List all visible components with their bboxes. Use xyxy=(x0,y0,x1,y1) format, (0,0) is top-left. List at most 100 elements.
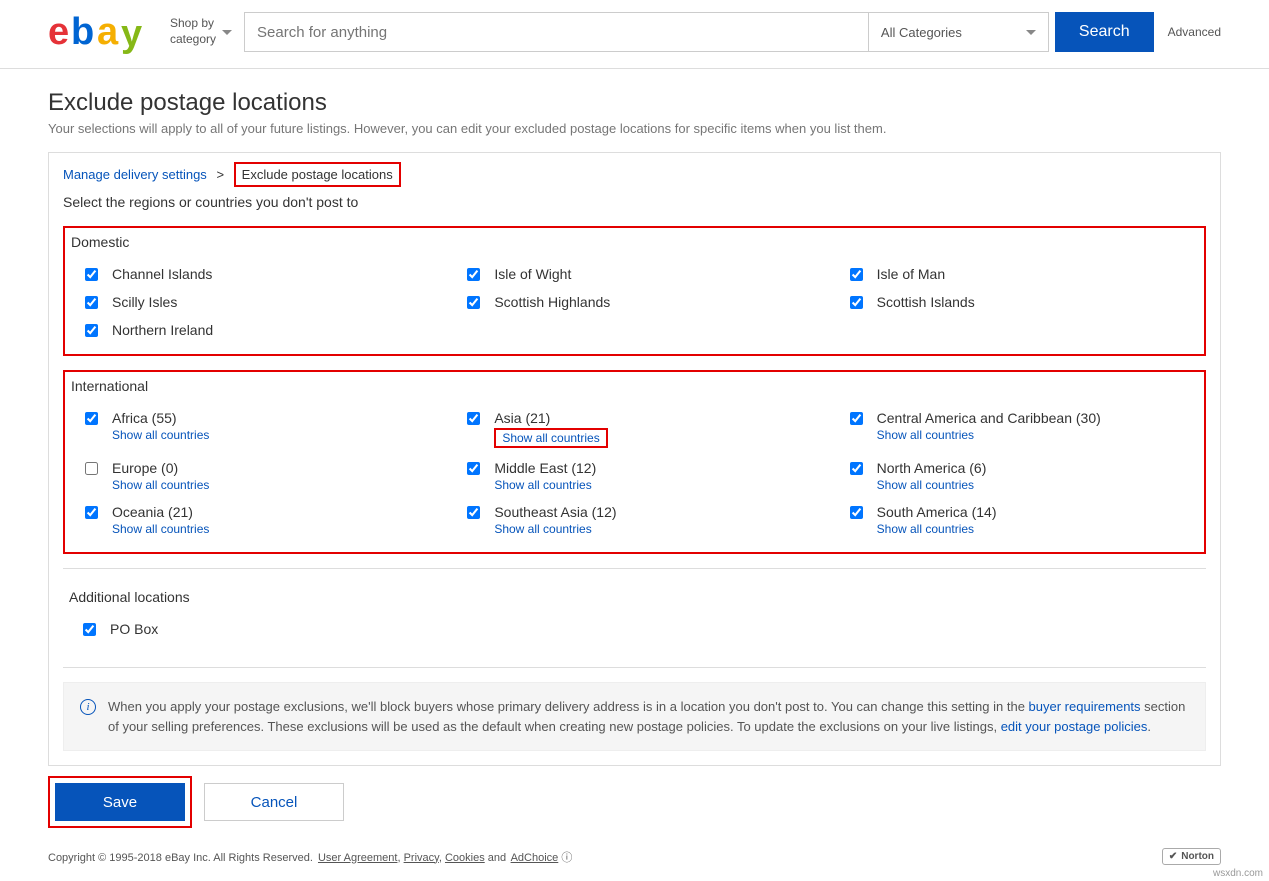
checkmark-icon: ✔ xyxy=(1169,851,1177,862)
location-item: Europe (0)Show all countries xyxy=(71,454,433,498)
international-title: International xyxy=(71,378,1198,394)
ebay-logo[interactable]: e b a y xyxy=(48,10,158,54)
advanced-link[interactable]: Advanced xyxy=(1168,25,1221,39)
norton-badge[interactable]: ✔ Norton xyxy=(1162,848,1221,865)
location-body: Central America and Caribbean (30) Show a… xyxy=(877,410,1101,442)
footer-left: Copyright © 1995-2018 eBay Inc. All Righ… xyxy=(48,849,574,865)
action-bar: Save Cancel xyxy=(48,776,1221,828)
location-item: Middle East (12)Show all countries xyxy=(453,454,815,498)
location-checkbox[interactable] xyxy=(467,268,480,281)
location-body: Scilly Isles xyxy=(112,294,177,310)
location-body: Oceania (21) Show all countries xyxy=(112,504,209,536)
location-label: Isle of Wight xyxy=(494,266,571,282)
location-checkbox[interactable] xyxy=(467,506,480,519)
cookies-link[interactable]: Cookies xyxy=(445,852,485,864)
location-item: Channel Islands xyxy=(71,260,433,288)
search-input[interactable] xyxy=(244,12,869,52)
location-item: Scottish Islands xyxy=(836,288,1198,316)
buyer-requirements-link[interactable]: buyer requirements xyxy=(1029,699,1141,714)
category-selected-label: All Categories xyxy=(881,25,962,40)
breadcrumb-current: Exclude postage locations xyxy=(234,162,401,187)
location-item: South America (14)Show all countries xyxy=(836,498,1198,542)
cancel-button[interactable]: Cancel xyxy=(204,783,344,821)
location-item: Scilly Isles xyxy=(71,288,433,316)
location-checkbox[interactable] xyxy=(85,268,98,281)
location-checkbox[interactable] xyxy=(467,296,480,309)
location-label: Oceania (21) xyxy=(112,504,209,520)
edit-postage-policies-link[interactable]: edit your postage policies xyxy=(1001,719,1148,734)
save-button[interactable]: Save xyxy=(55,783,185,821)
shop-by-category[interactable]: Shop by category xyxy=(170,16,232,47)
location-item: Asia (21) Show all countries xyxy=(453,404,815,454)
copyright-text: Copyright © 1995-2018 eBay Inc. All Righ… xyxy=(48,852,313,864)
location-body: South America (14)Show all countries xyxy=(877,504,997,536)
svg-text:a: a xyxy=(97,11,119,53)
show-all-countries-link[interactable]: Show all countries xyxy=(112,478,209,492)
location-label: Central America and Caribbean (30) xyxy=(877,410,1101,426)
main-content: Exclude postage locations Your selection… xyxy=(0,69,1269,838)
location-label: Northern Ireland xyxy=(112,322,213,338)
breadcrumb-parent[interactable]: Manage delivery settings xyxy=(63,167,207,182)
location-checkbox[interactable] xyxy=(85,506,98,519)
user-agreement-link[interactable]: User Agreement xyxy=(318,852,397,864)
location-checkbox[interactable] xyxy=(850,268,863,281)
adchoice-link[interactable]: AdChoice xyxy=(511,852,559,864)
adchoice-icon: ⓘ xyxy=(561,852,572,864)
location-label: Channel Islands xyxy=(112,266,212,282)
domestic-section: Domestic Channel IslandsIsle of WightIsl… xyxy=(63,226,1206,356)
location-body: Southeast Asia (12) Show all countries xyxy=(494,504,616,536)
header-bar: e b a y Shop by category All Categories … xyxy=(0,0,1269,69)
show-all-countries-link[interactable]: Show all countries xyxy=(877,522,997,536)
location-checkbox[interactable] xyxy=(850,296,863,309)
search-button[interactable]: Search xyxy=(1055,12,1154,52)
divider xyxy=(63,667,1206,668)
location-checkbox[interactable] xyxy=(850,462,863,475)
location-body: North America (6) Show all countries xyxy=(877,460,987,492)
show-all-countries-link[interactable]: Show all countries xyxy=(494,478,596,492)
location-item: Scottish Highlands xyxy=(453,288,815,316)
location-checkbox[interactable] xyxy=(850,506,863,519)
location-checkbox[interactable] xyxy=(83,623,96,636)
location-checkbox[interactable] xyxy=(85,462,98,475)
location-item: Northern Ireland xyxy=(71,316,433,344)
footer-and: and xyxy=(488,852,506,864)
svg-text:e: e xyxy=(48,11,69,53)
show-all-countries-link[interactable]: Show all countries xyxy=(494,428,607,448)
location-label: Scilly Isles xyxy=(112,294,177,310)
additional-title: Additional locations xyxy=(69,589,1200,605)
location-checkbox[interactable] xyxy=(467,462,480,475)
show-all-countries-link[interactable]: Show all countries xyxy=(112,428,209,442)
domestic-title: Domestic xyxy=(71,234,1198,250)
location-checkbox[interactable] xyxy=(85,296,98,309)
location-label: Southeast Asia (12) xyxy=(494,504,616,520)
location-checkbox[interactable] xyxy=(467,412,480,425)
svg-text:y: y xyxy=(121,13,142,54)
breadcrumb: Manage delivery settings > Exclude posta… xyxy=(63,167,1206,182)
additional-section: Additional locations PO Box xyxy=(63,583,1206,653)
page-title: Exclude postage locations xyxy=(48,89,1221,117)
location-body: Scottish Islands xyxy=(877,294,975,310)
location-checkbox[interactable] xyxy=(85,324,98,337)
show-all-countries-link[interactable]: Show all countries xyxy=(112,522,209,536)
location-body: Northern Ireland xyxy=(112,322,213,338)
show-all-countries-link[interactable]: Show all countries xyxy=(877,478,987,492)
location-item: Africa (55) Show all countries xyxy=(71,404,433,454)
category-select[interactable]: All Categories xyxy=(869,12,1049,52)
location-item: North America (6) Show all countries xyxy=(836,454,1198,498)
location-body: Channel Islands xyxy=(112,266,212,282)
location-label: Africa (55) xyxy=(112,410,209,426)
save-highlight: Save xyxy=(48,776,192,828)
show-all-countries-link[interactable]: Show all countries xyxy=(494,522,616,536)
location-checkbox[interactable] xyxy=(850,412,863,425)
show-all-countries-link[interactable]: Show all countries xyxy=(877,428,1101,442)
location-item: PO Box xyxy=(69,615,1200,643)
location-label: North America (6) xyxy=(877,460,987,476)
location-label: Asia (21) xyxy=(494,410,607,426)
page-subtitle: Your selections will apply to all of you… xyxy=(48,121,1221,136)
divider xyxy=(63,568,1206,569)
location-label: PO Box xyxy=(110,621,158,637)
location-checkbox[interactable] xyxy=(85,412,98,425)
privacy-link[interactable]: Privacy xyxy=(404,852,439,864)
location-body: PO Box xyxy=(110,621,158,637)
chevron-down-icon xyxy=(222,30,232,35)
